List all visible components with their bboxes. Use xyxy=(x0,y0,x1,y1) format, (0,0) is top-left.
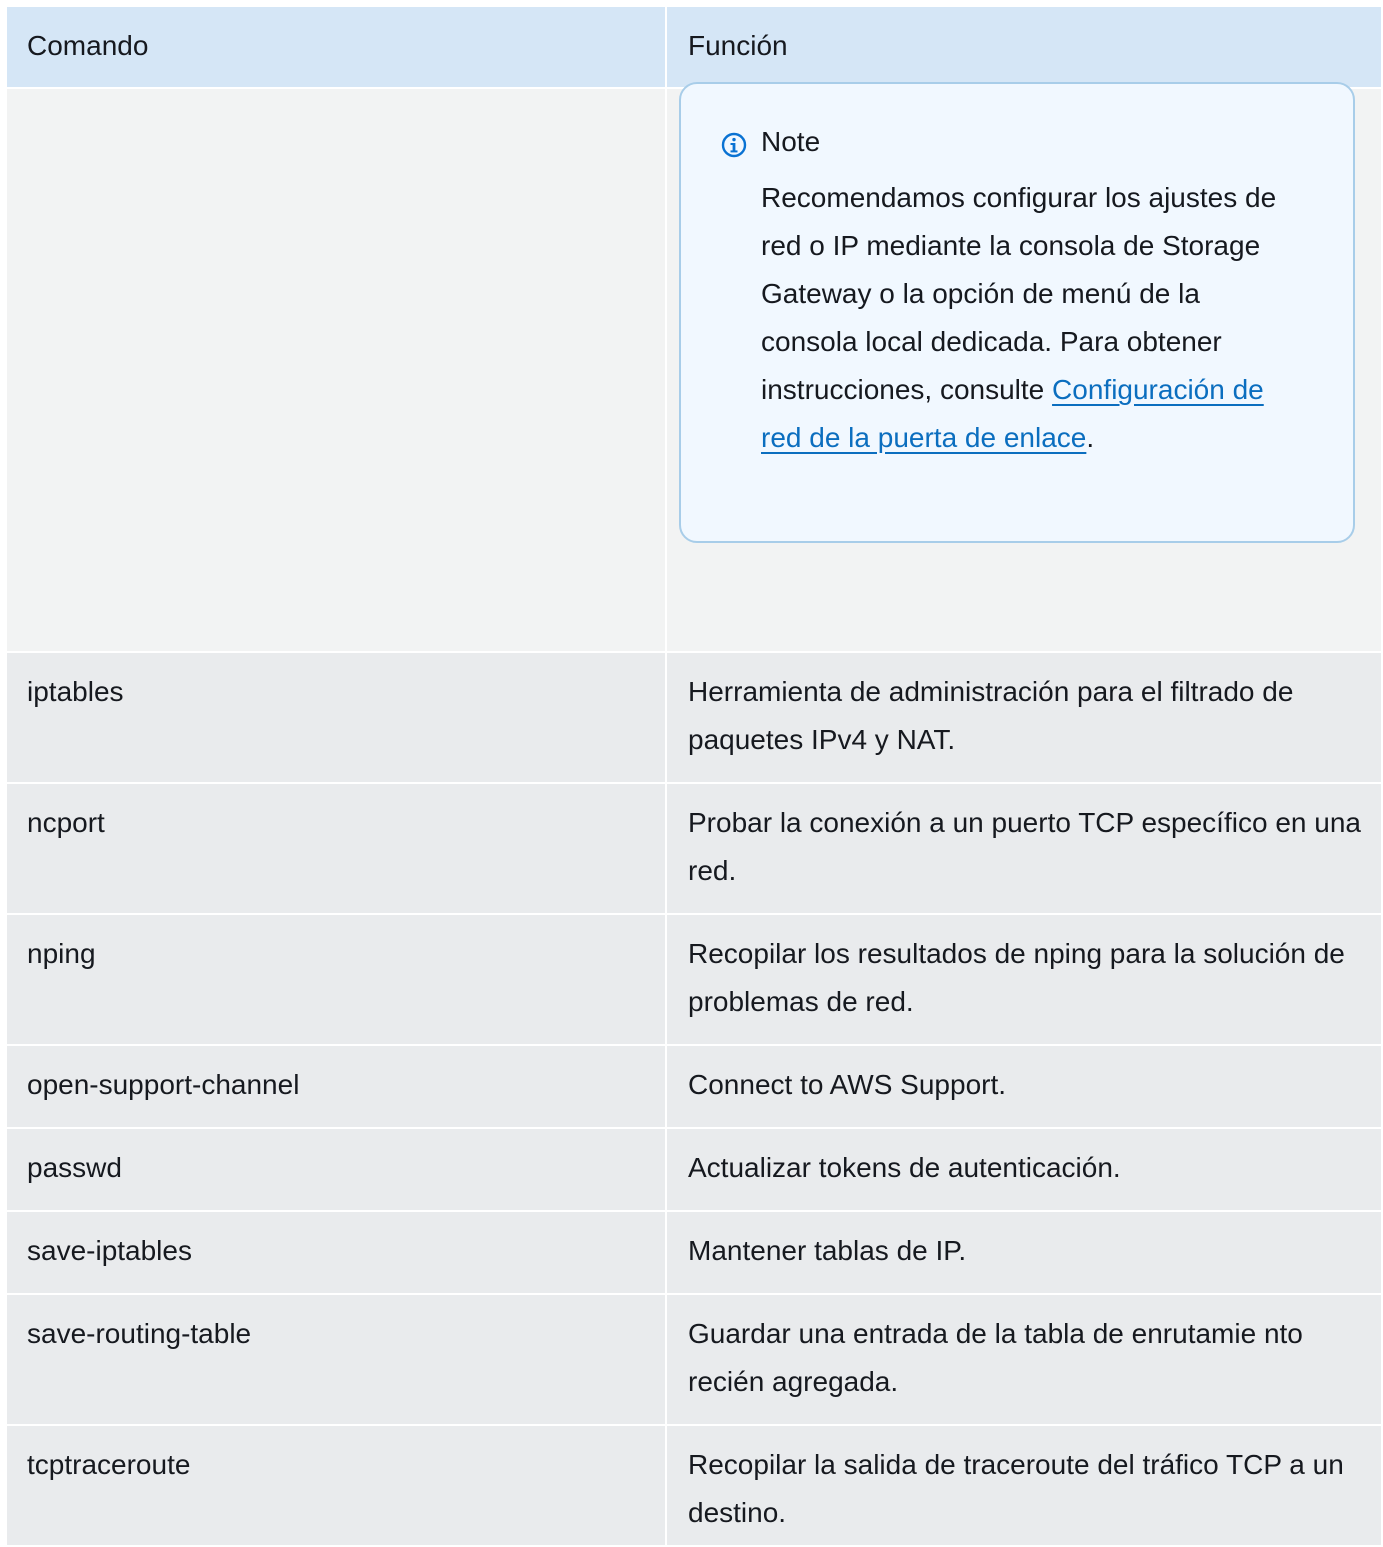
function-cell: Probar la conexión a un puerto TCP espec… xyxy=(688,807,1361,886)
function-cell: Recopilar la salida de traceroute del tr… xyxy=(688,1449,1344,1528)
command-cell: open-support-channel xyxy=(7,1046,667,1127)
note-command-cell xyxy=(7,89,667,651)
table-header-row: Comando Función xyxy=(7,7,1381,89)
command-cell: tcptraceroute xyxy=(7,1426,667,1545)
function-cell: Recopilar los resultados de nping para l… xyxy=(688,938,1345,1017)
table-row: tcptraceroute Recopilar la salida de tra… xyxy=(7,1426,1381,1547)
note-title: Note xyxy=(761,126,821,157)
command-cell: iptables xyxy=(7,653,667,782)
function-cell: Mantener tablas de IP. xyxy=(688,1235,967,1266)
table-row: ncport Probar la conexión a un puerto TC… xyxy=(7,784,1381,915)
table-row: nping Recopilar los resultados de nping … xyxy=(7,915,1381,1046)
table-row: iptables Herramienta de administración p… xyxy=(7,653,1381,784)
command-cell: ncport xyxy=(7,784,667,913)
function-cell: Actualizar tokens de autenticación. xyxy=(688,1152,1121,1183)
function-cell: Guardar una entrada de la tabla de enrut… xyxy=(688,1318,1303,1397)
table-row: passwd Actualizar tokens de autenticació… xyxy=(7,1129,1381,1212)
info-circle-icon xyxy=(721,132,747,158)
note-body: Recomendamos configurar los ajustes de r… xyxy=(761,174,1301,462)
note-period: . xyxy=(1086,422,1095,453)
table-row: save-routing-table Guardar una entrada d… xyxy=(7,1295,1381,1426)
header-function: Función xyxy=(688,30,788,61)
function-cell: Connect to AWS Support. xyxy=(688,1069,1007,1100)
table-row: open-support-channel Connect to AWS Supp… xyxy=(7,1046,1381,1129)
header-command: Comando xyxy=(7,7,667,87)
command-cell: nping xyxy=(7,915,667,1044)
command-cell: save-routing-table xyxy=(7,1295,667,1424)
function-cell: Herramienta de administración para el fi… xyxy=(688,676,1294,755)
table-row: save-iptables Mantener tablas de IP. xyxy=(7,1212,1381,1295)
note-callout: Note Recomendamos configurar los ajustes… xyxy=(679,82,1355,543)
command-cell: passwd xyxy=(7,1129,667,1210)
note-text: Recomendamos configurar los ajustes de r… xyxy=(761,182,1277,405)
command-cell: save-iptables xyxy=(7,1212,667,1293)
